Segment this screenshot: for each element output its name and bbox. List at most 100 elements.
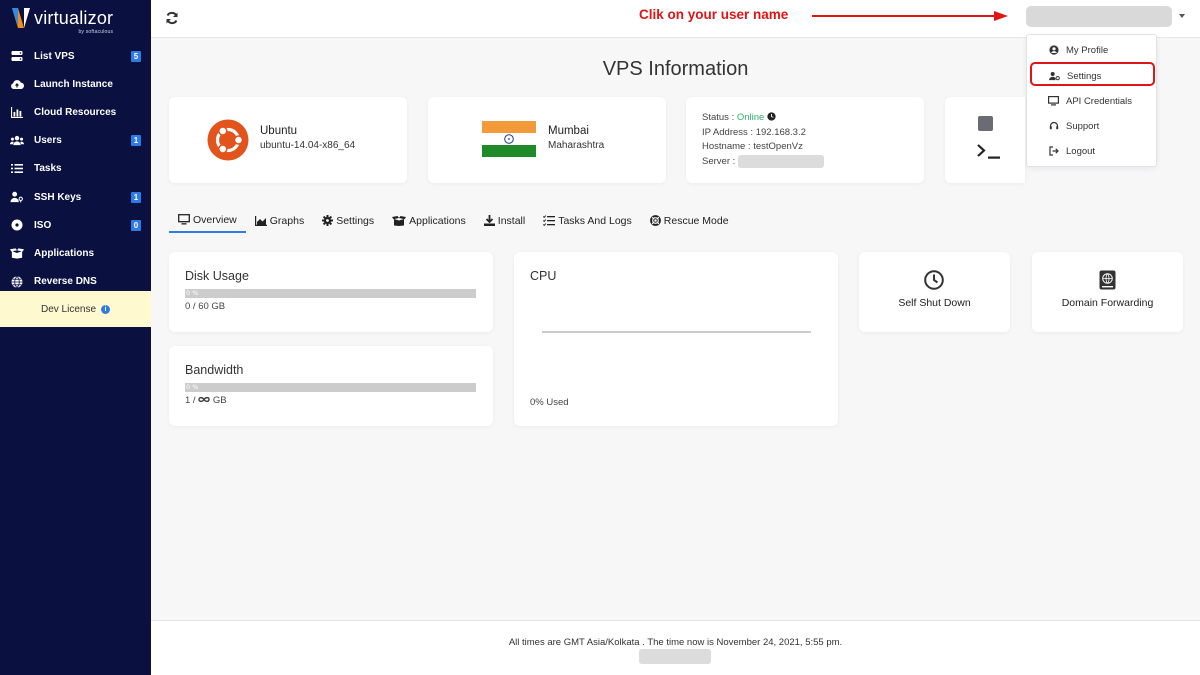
india-flag-icon: [482, 121, 536, 157]
checklist-icon: [543, 215, 556, 226]
menu-item-label: Logout: [1066, 145, 1096, 157]
vps-tabs: Overview Graphs Settings Applications In…: [169, 208, 738, 235]
menu-item-support[interactable]: Support: [1027, 115, 1157, 137]
tab-install[interactable]: Install: [475, 208, 534, 233]
cpu-title: CPU: [530, 269, 557, 283]
cpu-gauge-track: [542, 331, 811, 333]
status-online: Online: [736, 112, 765, 123]
cloud-upload-icon: [10, 77, 24, 91]
page-title: VPS Information: [602, 58, 749, 80]
hostname-value: testOpenVz: [753, 141, 803, 152]
ip-row: IP Address : 192.168.3.2: [702, 126, 806, 138]
disc-icon: [10, 218, 24, 232]
os-name: Ubuntu: [260, 125, 298, 137]
sidebar-item-users[interactable]: Users 1: [0, 127, 151, 155]
location-card: Mumbai Maharashtra: [428, 97, 666, 183]
footer-time-text: All times are GMT Asia/Kolkata . The tim…: [508, 637, 843, 648]
sidebar-item-label: ISO: [34, 219, 52, 231]
menu-item-label: API Credentials: [1066, 95, 1133, 107]
sidebar-item-iso[interactable]: ISO 0: [0, 211, 151, 239]
disk-usage-percent: 0 %: [186, 289, 199, 297]
refresh-icon[interactable]: [165, 11, 179, 25]
disk-usage-value: 0 / 60 GB: [185, 301, 226, 312]
sidebar-item-ssh-keys[interactable]: SSH Keys 1: [0, 183, 151, 211]
tutorial-annotation: Clik on your user name: [639, 7, 789, 22]
tab-rescue-mode[interactable]: Rescue Mode: [641, 208, 738, 233]
count-badge: 1: [131, 135, 141, 147]
ubuntu-logo-icon: [207, 119, 249, 161]
domain-forwarding-tile[interactable]: Domain Forwarding: [1032, 252, 1183, 332]
sidebar-item-cloud-resources[interactable]: Cloud Resources: [0, 98, 151, 126]
brand-name: virtualizor by softaculous: [34, 7, 114, 35]
sidebar-item-launch-instance[interactable]: Launch Instance: [0, 70, 151, 98]
tab-label: Graphs: [269, 214, 305, 227]
lifering-icon: [649, 215, 661, 226]
sidebar-item-label: Applications: [34, 247, 95, 259]
stop-icon[interactable]: [978, 116, 993, 131]
bandwidth-title: Bandwidth: [185, 363, 244, 377]
location-city: Mumbai: [548, 125, 589, 137]
self-shutdown-tile[interactable]: Self Shut Down: [859, 252, 1010, 332]
tab-applications[interactable]: Applications: [383, 208, 475, 233]
bar-chart-icon: [10, 105, 24, 119]
list-icon: [10, 162, 24, 176]
sidebar-item-tasks[interactable]: Tasks: [0, 155, 151, 183]
tab-label: Rescue Mode: [663, 214, 729, 227]
globe-icon: [10, 275, 24, 289]
menu-item-api-credentials[interactable]: API Credentials: [1027, 90, 1157, 112]
sidebar-item-list-vps[interactable]: List VPS 5: [0, 42, 151, 70]
disk-usage-title: Disk Usage: [185, 269, 249, 283]
menu-item-logout[interactable]: Logout: [1027, 140, 1157, 162]
sidebar-nav: List VPS 5 Launch Instance Cloud Resourc…: [0, 42, 151, 296]
menu-item-label: Support: [1066, 120, 1100, 132]
users-icon: [10, 134, 24, 148]
brand-sub: by softaculous: [78, 28, 114, 35]
tab-tasks-and-logs[interactable]: Tasks And Logs: [534, 208, 641, 233]
terminal-icon[interactable]: [977, 144, 1001, 160]
sidebar: virtualizor by softaculous List VPS 5 La…: [0, 0, 151, 675]
info-icon[interactable]: i: [101, 304, 111, 314]
logout-icon: [1048, 146, 1059, 157]
status-details: Status : Online IP Address : 192.168.3.2…: [702, 111, 824, 169]
sidebar-item-label: Tasks: [34, 163, 62, 175]
sidebar-item-applications[interactable]: Applications: [0, 239, 151, 267]
bandwidth-percent: 0 %: [186, 383, 199, 391]
chevron-down-icon[interactable]: [1179, 14, 1185, 18]
cpu-card: CPU 0% Used: [514, 252, 838, 426]
disk-usage-card: Disk Usage 0 % 0 / 60 GB: [169, 252, 493, 332]
count-badge: 0: [131, 219, 141, 231]
controls-card: [945, 97, 1025, 183]
monitor-icon: [178, 214, 190, 225]
monitor-icon: [1048, 96, 1059, 107]
tab-settings[interactable]: Settings: [313, 208, 383, 233]
boxes-icon: [392, 215, 407, 226]
clock-icon: [924, 270, 944, 290]
footer-redacted: [639, 649, 711, 664]
hostname-row: Hostname : testOpenVz: [702, 141, 803, 152]
sidebar-item-label: SSH Keys: [34, 191, 82, 203]
tab-graphs[interactable]: Graphs: [246, 208, 313, 233]
tab-label: Install: [497, 214, 526, 227]
bandwidth-bar: 0 %: [185, 383, 476, 392]
bandwidth-card: Bandwidth 0 % 1 / GB: [169, 346, 493, 426]
globe-book-icon: [1099, 270, 1116, 290]
tab-overview[interactable]: Overview: [169, 208, 246, 233]
download-icon: [483, 215, 495, 226]
dev-license-banner[interactable]: Dev License i: [0, 291, 151, 327]
sidebar-item-label: Launch Instance: [34, 78, 113, 90]
footer: All times are GMT Asia/Kolkata . The tim…: [151, 620, 1200, 675]
location-region: Maharashtra: [548, 140, 605, 151]
status-card: Status : Online IP Address : 192.168.3.2…: [686, 97, 924, 183]
os-template: ubuntu-14.04-x86_64: [260, 140, 356, 151]
dev-license-label: Dev License: [40, 303, 97, 315]
sidebar-item-label: Reverse DNS: [34, 276, 97, 288]
tab-label: Tasks And Logs: [558, 214, 632, 227]
brand-logo[interactable]: virtualizor by softaculous: [0, 0, 151, 36]
tab-label: Settings: [336, 214, 375, 227]
user-key-icon: [10, 190, 24, 204]
tab-label: Overview: [193, 213, 237, 226]
server-row: Server :: [702, 154, 824, 170]
user-name-button[interactable]: [1026, 6, 1172, 27]
virtualizor-logo-icon: [12, 8, 30, 28]
ip-address-value: 192.168.3.2: [755, 126, 806, 138]
